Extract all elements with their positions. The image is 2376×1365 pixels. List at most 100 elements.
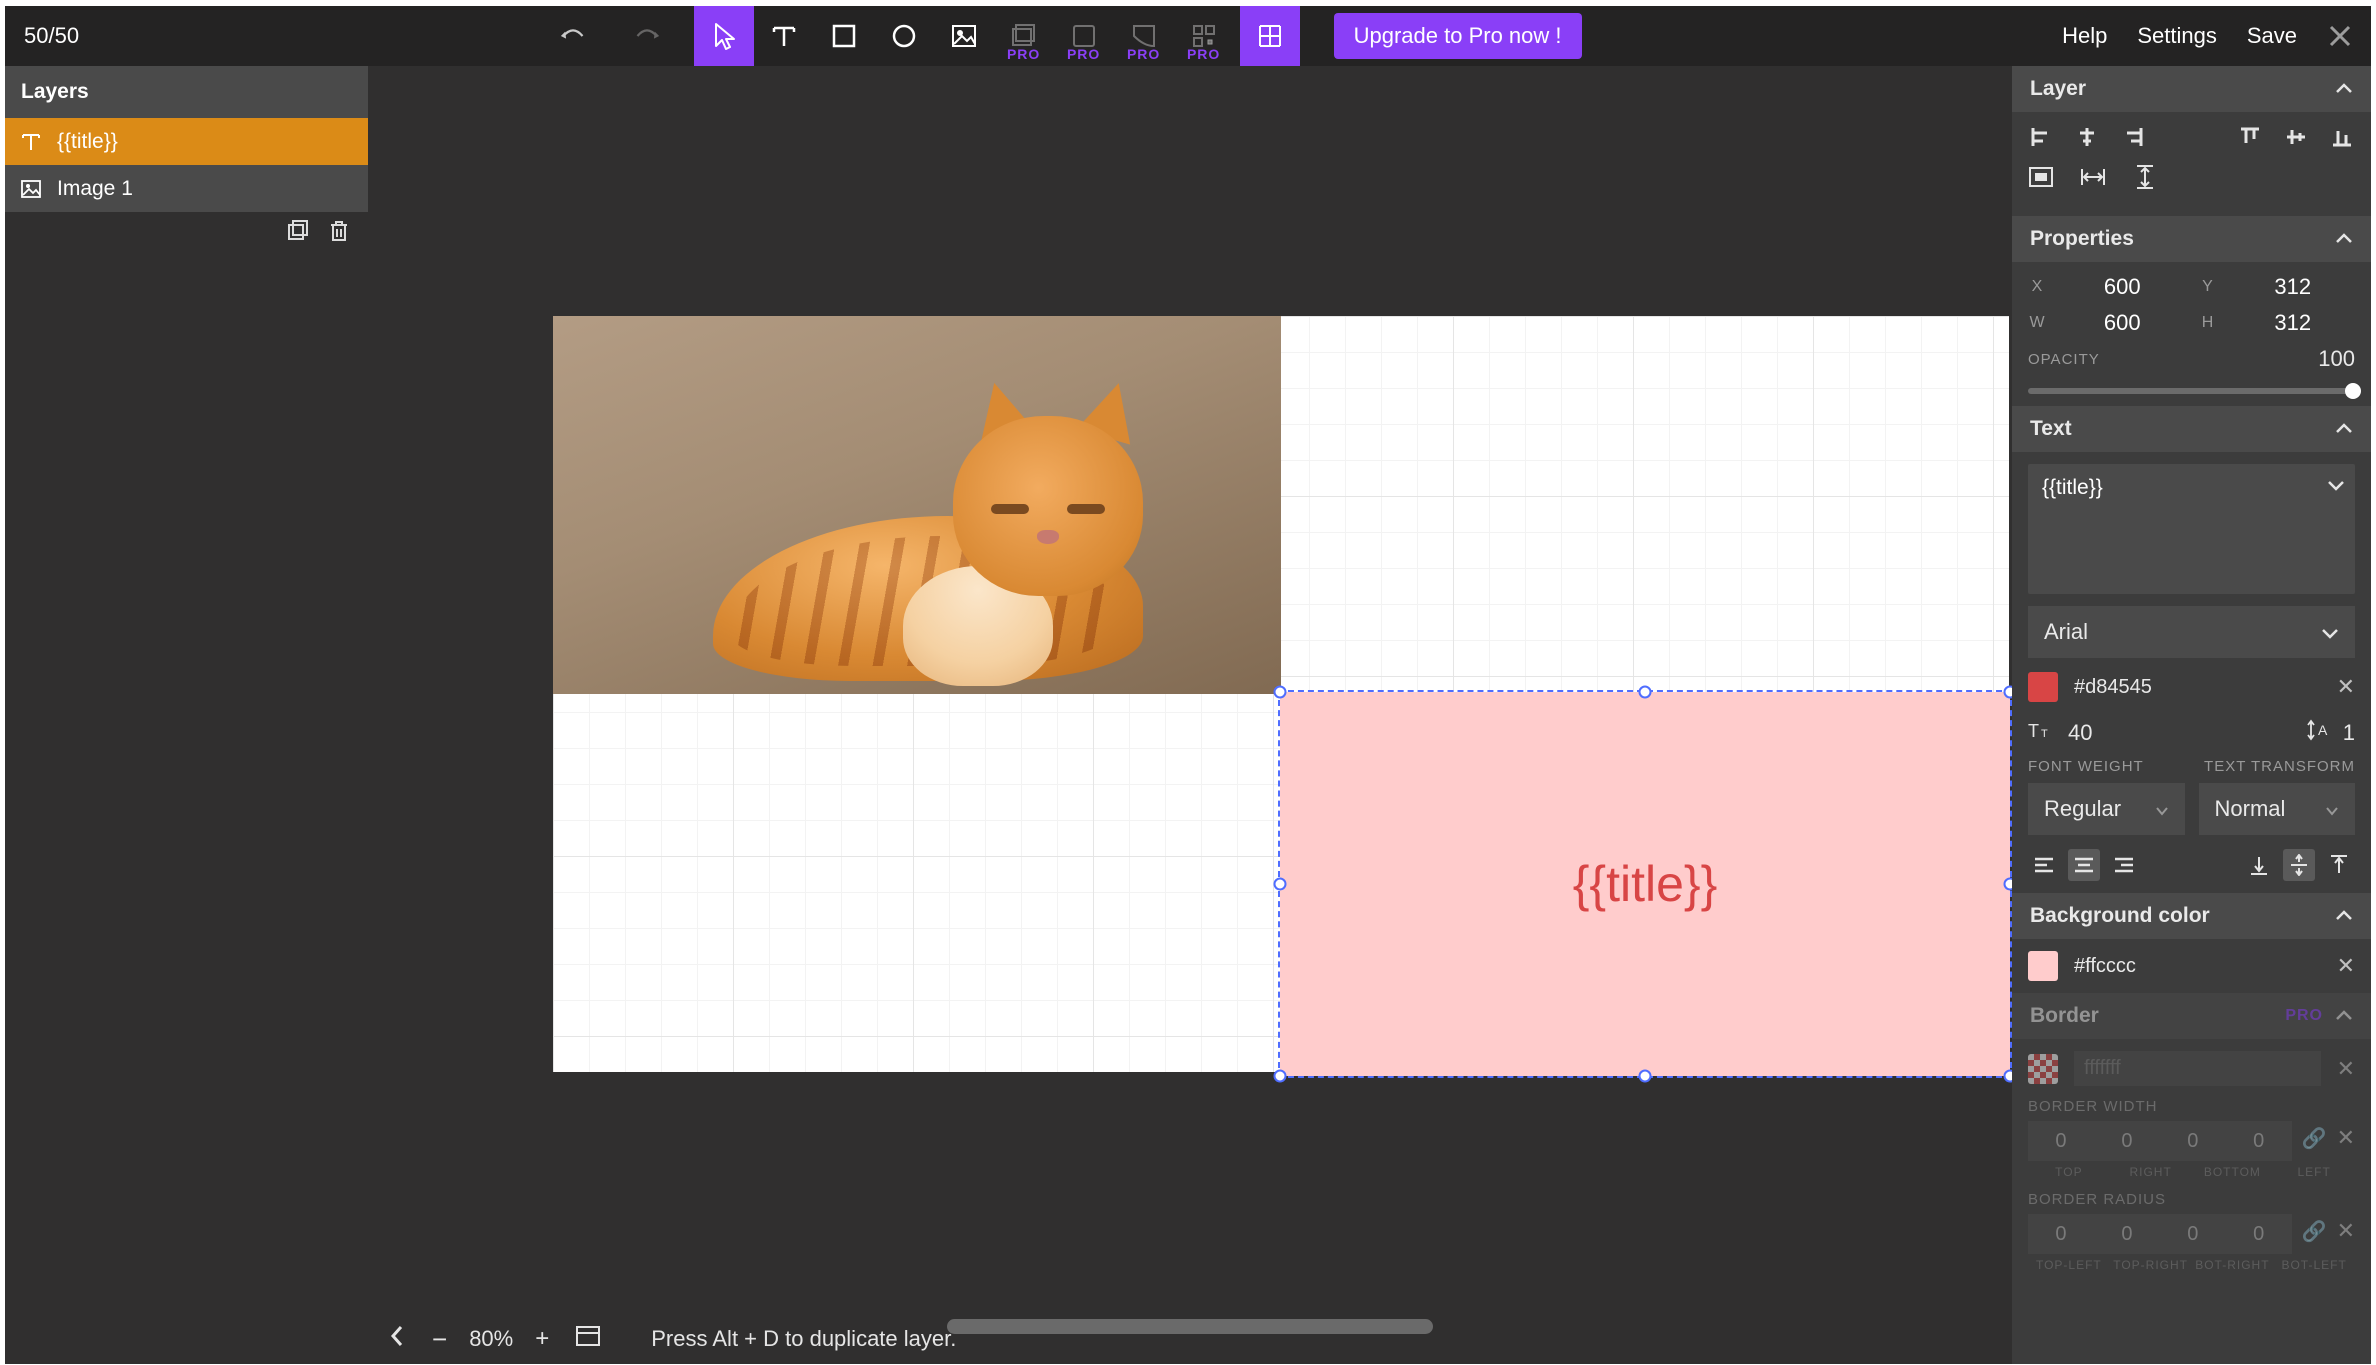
close-button[interactable] (2327, 23, 2353, 49)
border-width-inputs[interactable]: 0 0 0 0 (2028, 1121, 2292, 1161)
help-link[interactable]: Help (2062, 23, 2107, 49)
tool-select[interactable] (694, 6, 754, 66)
section-bg-header[interactable]: Background color (2012, 893, 2371, 939)
delete-layer-icon[interactable] (328, 219, 350, 248)
h-label: H (2199, 314, 2217, 332)
vertical-align-bottom-icon[interactable] (2243, 849, 2275, 881)
text-icon (19, 130, 43, 154)
h-input[interactable]: 312 (2231, 310, 2356, 336)
chevron-down-icon (2155, 796, 2169, 822)
align-left-icon[interactable] (2028, 124, 2054, 150)
tool-pro-2[interactable]: PRO (1054, 6, 1114, 66)
border-color-swatch[interactable] (2028, 1054, 2058, 1084)
layer-row[interactable]: Image 1 (5, 165, 368, 212)
bg-color-swatch[interactable] (2028, 951, 2058, 981)
link-values-icon[interactable]: 🔗 (2302, 1126, 2327, 1151)
clear-color-icon[interactable]: ✕ (2337, 674, 2355, 700)
vertical-align-middle-icon[interactable] (2283, 849, 2315, 881)
align-center-v-icon[interactable] (2283, 124, 2309, 150)
bg-color-value[interactable]: #ffcccc (2074, 955, 2136, 978)
fit-icon[interactable] (575, 1325, 601, 1353)
artboard[interactable]: {{title}} (553, 316, 2009, 1072)
svg-text:A: A (2318, 722, 2328, 738)
border-radius-label: BORDER RADIUS (2028, 1191, 2355, 1208)
chevron-up-icon (2335, 417, 2353, 441)
undo-button[interactable] (560, 23, 586, 49)
tool-ellipse[interactable] (874, 6, 934, 66)
canvas-image-layer[interactable] (553, 316, 1281, 694)
x-label: X (2028, 278, 2046, 296)
border-radius-inputs[interactable]: 0 0 0 0 (2028, 1214, 2292, 1254)
x-input[interactable]: 600 (2060, 274, 2185, 300)
clear-border-icon[interactable]: ✕ (2337, 1056, 2355, 1082)
tool-image[interactable] (934, 6, 994, 66)
chevron-up-icon (2335, 904, 2353, 928)
opacity-slider[interactable] (2028, 388, 2355, 394)
text-align-center-icon[interactable] (2068, 849, 2100, 881)
tool-text[interactable] (754, 6, 814, 66)
align-center-h-icon[interactable] (2074, 124, 2100, 150)
text-content-input[interactable]: {{title}} (2028, 464, 2355, 594)
font-size-input[interactable]: 40 (2068, 720, 2092, 746)
vertical-align-top-icon[interactable] (2323, 849, 2355, 881)
upgrade-button[interactable]: Upgrade to Pro now ! (1334, 13, 1582, 59)
tool-grid[interactable] (1240, 6, 1300, 66)
text-color-swatch[interactable] (2028, 672, 2058, 702)
text-color-value[interactable]: #d84545 (2074, 676, 2152, 699)
stretch-v-icon[interactable] (2132, 164, 2158, 190)
text-align-left-icon[interactable] (2028, 849, 2060, 881)
section-layer-header[interactable]: Layer (2012, 66, 2371, 112)
text-align-right-icon[interactable] (2108, 849, 2140, 881)
section-properties-header[interactable]: Properties (2012, 216, 2371, 262)
align-right-icon[interactable] (2120, 124, 2146, 150)
w-input[interactable]: 600 (2060, 310, 2185, 336)
properties-panel: Layer Pr (2012, 66, 2371, 1364)
y-input[interactable]: 312 (2231, 274, 2356, 300)
layer-row[interactable]: {{title}} (5, 118, 368, 165)
pro-badge: PRO (1127, 46, 1160, 62)
stretch-h-icon[interactable] (2080, 164, 2106, 190)
section-title: Background color (2030, 904, 2210, 928)
tool-pro-3[interactable]: PRO (1114, 6, 1174, 66)
zoom-level: 80% (469, 1326, 513, 1352)
canvas-text-content: {{title}} (1280, 692, 2010, 1076)
clear-icon[interactable]: ✕ (2337, 1218, 2355, 1244)
tool-rectangle[interactable] (814, 6, 874, 66)
canvas-area[interactable]: {{title}} − 80% + Press Alt + D to dupli… (368, 66, 2012, 1364)
section-title: Text (2030, 417, 2072, 441)
zoom-out-button[interactable]: − (432, 1324, 447, 1355)
settings-link[interactable]: Settings (2137, 23, 2217, 49)
border-width-label: BORDER WIDTH (2028, 1098, 2355, 1115)
collapse-panel-icon[interactable] (388, 1323, 406, 1355)
zoom-in-button[interactable]: + (535, 1325, 549, 1353)
font-weight-select[interactable]: Regular (2028, 783, 2185, 835)
opacity-value[interactable]: 100 (2318, 346, 2355, 372)
tool-multi-image[interactable]: PRO (994, 6, 1054, 66)
chevron-down-icon (2321, 619, 2339, 645)
clear-bg-icon[interactable]: ✕ (2337, 953, 2355, 979)
canvas-text-layer[interactable]: {{title}} (1280, 692, 2010, 1076)
section-border-header[interactable]: Border PRO (2012, 993, 2371, 1039)
svg-text:T: T (2028, 721, 2039, 741)
clear-icon[interactable]: ✕ (2337, 1125, 2355, 1151)
chevron-up-icon (2335, 1004, 2353, 1028)
tool-qr[interactable]: PRO (1174, 6, 1234, 66)
w-label: W (2028, 314, 2046, 332)
duplicate-layer-icon[interactable] (286, 219, 310, 248)
font-family-select[interactable]: Arial (2028, 606, 2355, 658)
link-values-icon[interactable]: 🔗 (2302, 1219, 2327, 1244)
align-top-icon[interactable] (2237, 124, 2263, 150)
align-bottom-icon[interactable] (2329, 124, 2355, 150)
text-transform-select[interactable]: Normal (2199, 783, 2356, 835)
save-link[interactable]: Save (2247, 23, 2297, 49)
chevron-down-icon[interactable] (2327, 474, 2345, 497)
redo-button[interactable] (634, 23, 660, 49)
section-text-header[interactable]: Text (2012, 406, 2371, 452)
layer-name: {{title}} (57, 130, 118, 154)
fit-to-canvas-icon[interactable] (2028, 164, 2054, 190)
font-weight-label: FONT WEIGHT (2028, 758, 2144, 775)
layers-panel: Layers {{title}} Image 1 (5, 66, 368, 1364)
border-color-input[interactable]: fffffff (2074, 1051, 2321, 1086)
line-height-input[interactable]: 1 (2343, 720, 2355, 746)
hint-text: Press Alt + D to duplicate layer. (651, 1326, 956, 1352)
